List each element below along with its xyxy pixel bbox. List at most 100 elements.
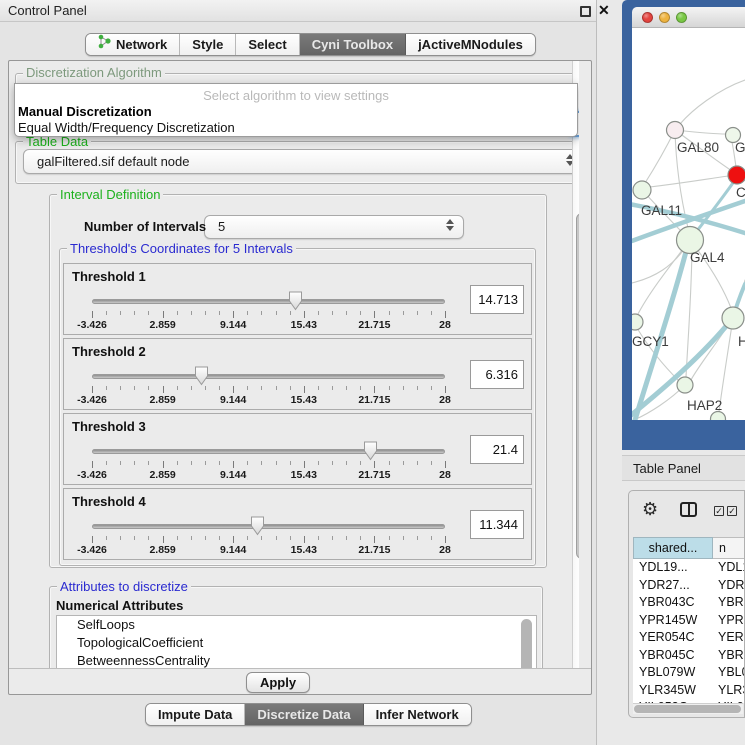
threshold-value-field[interactable]: 21.4 <box>470 435 524 464</box>
slider-track[interactable] <box>92 374 445 379</box>
cell-name[interactable]: YPR1 <box>713 612 745 630</box>
slider-track[interactable] <box>92 524 445 529</box>
table-data-combo-value: galFiltered.sif default node <box>37 154 189 169</box>
tab-impute-data[interactable]: Impute Data <box>146 704 245 725</box>
number-of-intervals-value: 5 <box>218 219 225 234</box>
cell-shared-name[interactable]: YDL19... <box>633 559 713 577</box>
threshold-value-field[interactable]: 14.713 <box>470 285 524 314</box>
table-row[interactable]: YER054CYER0 <box>633 629 745 647</box>
list-item[interactable]: SelfLoops <box>57 616 536 634</box>
threshold-value-field[interactable]: 6.316 <box>470 360 524 389</box>
tick-label: 15.43 <box>291 319 317 331</box>
column-header-shared-name[interactable]: shared... <box>633 537 713 559</box>
threshold-slider[interactable]: -3.4262.8599.14415.4321.71528 <box>92 365 445 407</box>
table-row[interactable]: YBR045CYBR0 <box>633 647 745 665</box>
column-header-name[interactable]: n <box>713 537 745 559</box>
network-edge[interactable] <box>645 130 675 183</box>
table-row[interactable]: YBL079WYBL0 <box>633 664 745 682</box>
close-button[interactable] <box>642 12 653 23</box>
network-window-titlebar <box>632 7 745 28</box>
network-node-H[interactable] <box>722 307 744 329</box>
checkbox-icon[interactable] <box>727 506 737 516</box>
tab-jactivemnodules[interactable]: jActiveMNodules <box>406 34 535 55</box>
table-row[interactable]: YDR27...YDR2 <box>633 577 745 595</box>
slider-track[interactable] <box>92 449 445 454</box>
network-node-GAL11[interactable] <box>633 181 651 199</box>
network-edge[interactable] <box>680 80 745 124</box>
cell-name[interactable]: YLR3 <box>713 682 745 700</box>
cell-shared-name[interactable]: YER054C <box>633 629 713 647</box>
slider-thumb[interactable] <box>363 441 378 461</box>
number-of-intervals-combo[interactable]: 5 <box>204 215 464 239</box>
panel-scrollbar-thumb[interactable] <box>576 213 579 559</box>
zoom-button[interactable] <box>676 12 687 23</box>
table-row[interactable]: YPR145WYPR1 <box>633 612 745 630</box>
dropdown-option-manual-discretization[interactable]: Manual Discretization <box>18 104 152 119</box>
threshold-slider[interactable]: -3.4262.8599.14415.4321.71528 <box>92 515 445 557</box>
slider-thumb[interactable] <box>194 366 209 386</box>
cell-name[interactable]: YBR0 <box>713 647 745 665</box>
tick-label: -3.426 <box>77 319 107 331</box>
float-window-icon[interactable] <box>580 6 591 17</box>
cell-shared-name[interactable]: YPR145W <box>633 612 713 630</box>
dropdown-option-equal-width-frequency[interactable]: Equal Width/Frequency Discretization <box>18 120 235 135</box>
tab-discretize-data[interactable]: Discretize Data <box>245 704 363 725</box>
tab-style[interactable]: Style <box>180 34 236 55</box>
cell-shared-name[interactable]: YBL079W <box>633 664 713 682</box>
cell-shared-name[interactable]: YLR345W <box>633 682 713 700</box>
panel-scrollbar-track[interactable] <box>572 61 579 668</box>
network-canvas[interactable]: GAL80GACGAL11GAL4GCY1HHAP2 <box>632 28 745 420</box>
slider-track[interactable] <box>92 299 445 304</box>
table-row[interactable]: YLR345WYLR3 <box>633 682 745 700</box>
list-item[interactable]: BetweennessCentrality <box>57 652 536 668</box>
tab-network[interactable]: Network <box>86 34 180 55</box>
tick-label: 21.715 <box>358 319 390 331</box>
tab-select[interactable]: Select <box>236 34 299 55</box>
network-view-window: GAL80GACGAL11GAL4GCY1HHAP2 <box>622 0 745 450</box>
numerical-attributes-list[interactable]: SelfLoopsTopologicalCoefficientBetweenne… <box>56 615 537 668</box>
tab-label: Cyni Toolbox <box>312 34 393 55</box>
slider-thumb[interactable] <box>250 516 265 536</box>
threshold-slider[interactable]: -3.4262.8599.14415.4321.71528 <box>92 440 445 482</box>
network-node-GAL80[interactable] <box>667 122 684 139</box>
tab-label: jActiveMNodules <box>418 34 523 55</box>
cell-name[interactable]: YDL1 <box>713 559 745 577</box>
tab-infer-network[interactable]: Infer Network <box>364 704 471 725</box>
table-horizontal-scrollbar[interactable] <box>633 703 743 714</box>
minimize-button[interactable] <box>659 12 670 23</box>
list-item[interactable]: TopologicalCoefficient <box>57 634 536 652</box>
table-row[interactable]: YDL19...YDL1 <box>633 559 745 577</box>
table-body[interactable]: YDL19...YDL1YDR27...YDR2YBR043CYBR0YPR14… <box>633 559 745 703</box>
cell-name[interactable]: YER0 <box>713 629 745 647</box>
table-data-combo[interactable]: galFiltered.sif default node <box>23 149 579 174</box>
cell-name[interactable]: YBR0 <box>713 594 745 612</box>
split-view-icon[interactable] <box>680 502 697 517</box>
network-node-HAP2[interactable] <box>677 377 693 393</box>
threshold-slider[interactable]: -3.4262.8599.14415.4321.71528 <box>92 290 445 332</box>
tick-label: 15.43 <box>291 544 317 556</box>
network-edge[interactable] <box>637 419 718 420</box>
cell-shared-name[interactable]: YDR27... <box>633 577 713 595</box>
cell-name[interactable]: YBL0 <box>713 664 745 682</box>
network-node-C[interactable] <box>728 166 745 184</box>
threshold-value-field[interactable]: 11.344 <box>470 510 524 539</box>
slider-thumb[interactable] <box>288 291 303 311</box>
table-row[interactable]: YBR043CYBR0 <box>633 594 745 612</box>
checkbox-icon[interactable] <box>714 506 724 516</box>
tab-cyni-toolbox[interactable]: Cyni Toolbox <box>300 34 406 55</box>
close-icon[interactable]: ✕ <box>598 2 610 19</box>
tick-label: 15.43 <box>291 394 317 406</box>
cell-shared-name[interactable]: YBR043C <box>633 594 713 612</box>
gear-icon[interactable]: ⚙ <box>642 499 658 520</box>
window-title: Control Panel <box>8 0 87 22</box>
table-panel: ⚙ shared... n YDL19...YDL1YDR27...YDR2YB… <box>628 490 745 718</box>
network-edge[interactable] <box>649 176 728 187</box>
table-hscroll-thumb[interactable] <box>634 705 741 713</box>
cell-shared-name[interactable]: YBR045C <box>633 647 713 665</box>
apply-button[interactable]: Apply <box>246 672 310 693</box>
tick-label: -3.426 <box>77 469 107 481</box>
node-label: GCY1 <box>632 334 669 349</box>
network-node-GCY1[interactable] <box>632 314 643 330</box>
list-scrollbar[interactable] <box>521 619 532 668</box>
cell-name[interactable]: YDR2 <box>713 577 745 595</box>
